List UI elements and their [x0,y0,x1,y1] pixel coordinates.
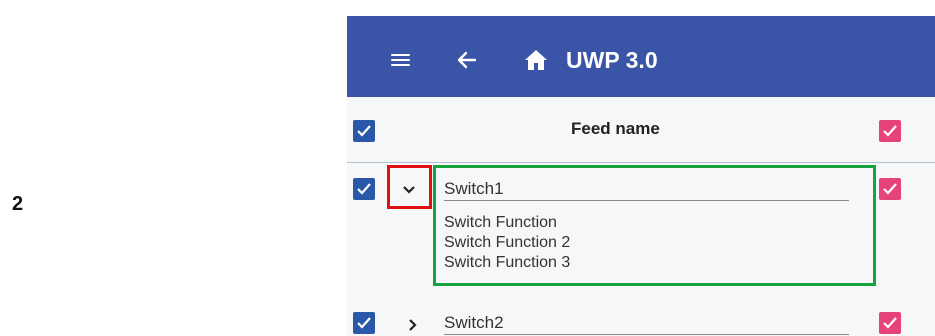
feed-name-input[interactable] [444,311,849,335]
function-list-item[interactable]: Switch Function 3 [444,254,570,272]
row-right-checkbox[interactable] [879,312,901,334]
header-right-checkbox[interactable] [879,120,901,142]
app-title: UWP 3.0 [566,47,658,73]
feed-name-column-header: Feed name [571,119,660,138]
function-list-item[interactable]: Switch Function 2 [444,234,570,252]
back-arrow-icon[interactable] [457,51,477,74]
app-window: UWP 3.0 Feed name Switch Function Switch… [347,16,935,336]
menu-icon[interactable] [391,54,410,67]
feed-name-input[interactable] [444,177,849,201]
step-number: 2 [12,193,24,215]
row-select-checkbox[interactable] [353,178,375,200]
row-select-checkbox[interactable] [353,312,375,334]
header-divider [347,162,935,163]
chevron-down-icon[interactable] [402,182,416,200]
home-icon[interactable] [524,49,548,76]
select-all-checkbox[interactable] [353,120,375,142]
app-bar: UWP 3.0 [347,16,935,97]
chevron-right-icon[interactable] [408,318,418,336]
row-right-checkbox[interactable] [879,178,901,200]
function-list-item[interactable]: Switch Function [444,214,557,232]
